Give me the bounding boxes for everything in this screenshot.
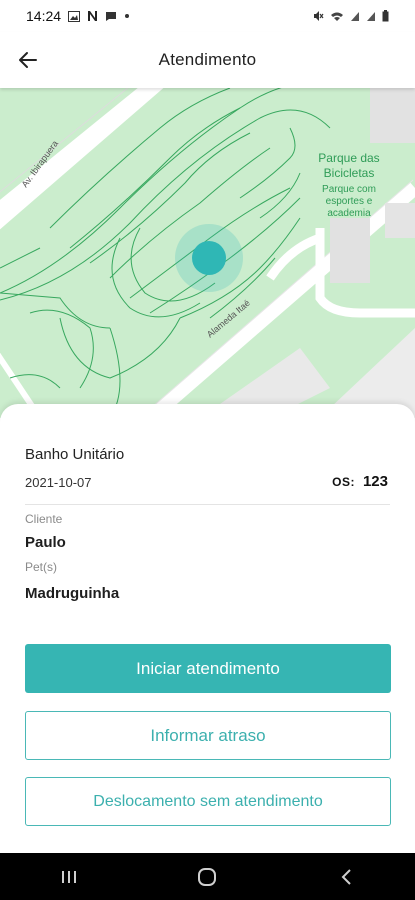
service-name: Banho Unitário bbox=[25, 446, 125, 463]
battery-icon bbox=[382, 10, 389, 22]
home-button[interactable] bbox=[177, 857, 237, 897]
recents-icon bbox=[62, 870, 77, 883]
displacement-without-service-button[interactable]: Deslocamento sem atendimento bbox=[25, 777, 391, 826]
dot-icon bbox=[125, 14, 130, 18]
chat-icon bbox=[106, 11, 117, 21]
start-service-button[interactable]: Iniciar atendimento bbox=[25, 644, 391, 693]
map-canvas: Av. Ibirapuera Alameda Itaé Parque das B… bbox=[0, 88, 415, 418]
order-number-label: OS: bbox=[332, 475, 355, 489]
report-delay-button[interactable]: Informar atraso bbox=[25, 711, 391, 760]
n-icon bbox=[88, 11, 98, 21]
pets-value: Madruguinha bbox=[25, 585, 120, 602]
status-bar: 14:24 bbox=[0, 0, 415, 32]
appointment-sheet: Banho Unitário 2021-10-07 OS: 123 Client… bbox=[0, 404, 415, 854]
image-icon bbox=[68, 10, 81, 22]
map-view[interactable]: Av. Ibirapuera Alameda Itaé Parque das B… bbox=[0, 88, 415, 418]
recents-button[interactable] bbox=[39, 857, 99, 897]
arrow-left-icon[interactable] bbox=[16, 48, 40, 72]
signal-icon bbox=[351, 11, 359, 21]
status-left: 14:24 bbox=[26, 8, 130, 24]
appointment-date: 2021-10-07 bbox=[25, 475, 92, 490]
status-right bbox=[312, 10, 389, 22]
home-icon bbox=[198, 867, 217, 886]
pets-label: Pet(s) bbox=[25, 560, 58, 574]
back-button[interactable] bbox=[316, 857, 376, 897]
poi-desc-line1: Parque com bbox=[322, 184, 376, 195]
system-nav-bar bbox=[0, 853, 415, 900]
poi-name-line2: Bicicletas bbox=[324, 166, 375, 180]
poi-desc-line3: academia bbox=[327, 208, 371, 219]
order-number-value: 123 bbox=[362, 473, 388, 490]
mute-icon bbox=[314, 11, 324, 21]
client-name: Paulo bbox=[25, 534, 66, 551]
poi-name-line1: Parque das bbox=[318, 151, 379, 165]
poi-desc-line2: esportes e bbox=[326, 196, 373, 207]
status-time: 14:24 bbox=[26, 8, 62, 24]
signal-icon bbox=[367, 11, 375, 21]
order-number: OS: 123 bbox=[332, 473, 388, 490]
client-label: Cliente bbox=[25, 512, 63, 526]
divider bbox=[25, 504, 390, 505]
back-chevron-icon bbox=[341, 868, 351, 885]
app-bar: Atendimento bbox=[0, 32, 415, 88]
location-marker bbox=[192, 241, 226, 275]
wifi-icon bbox=[331, 12, 343, 21]
page-title: Atendimento bbox=[158, 50, 257, 69]
